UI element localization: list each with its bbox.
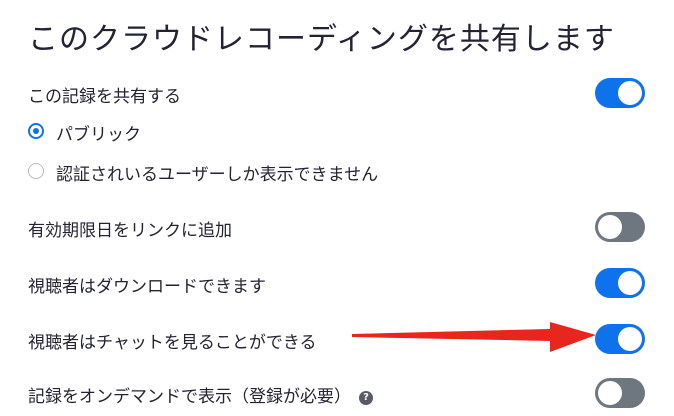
setting-row-on-demand: 記録をオンデマンドで表示（登録が必要）? [28, 378, 674, 412]
setting-row-download: 視聴者はダウンロードできます [28, 268, 674, 302]
question-circle-icon[interactable]: ? [359, 391, 373, 405]
share-recording-row: この記録を共有する [28, 78, 674, 112]
setting-label-on-demand: 記録をオンデマンドで表示（登録が必要） [28, 387, 351, 407]
toggle-knob [598, 215, 622, 239]
on-demand-toggle[interactable] [595, 378, 645, 408]
setting-label-chat: 視聴者はチャットを見ることができる [28, 333, 317, 353]
toggle-knob [618, 81, 642, 105]
setting-row-expiry: 有効期限日をリンクに追加 [28, 212, 674, 246]
share-recording-label: この記録を共有する [28, 87, 181, 107]
download-toggle[interactable] [595, 268, 645, 298]
radio-authenticated-label: 認証されいるユーザーしか表示できません [56, 165, 379, 185]
radio-public-label: パブリック [56, 125, 141, 145]
chat-toggle[interactable] [595, 324, 645, 354]
share-recording-toggle[interactable] [595, 78, 645, 108]
expiry-toggle[interactable] [595, 212, 645, 242]
setting-label-download: 視聴者はダウンロードできます [28, 277, 266, 297]
dialog-title: このクラウドレコーディングを共有します [28, 22, 615, 57]
toggle-knob [618, 327, 642, 351]
toggle-knob [598, 381, 622, 405]
toggle-knob [618, 271, 642, 295]
setting-label-expiry: 有効期限日をリンクに追加 [28, 221, 232, 241]
arrow-shape [352, 322, 596, 352]
setting-label-on-demand-wrap: 記録をオンデマンドで表示（登録が必要）? [28, 382, 373, 407]
radio-public[interactable] [28, 123, 44, 139]
radio-authenticated[interactable] [28, 163, 44, 179]
annotation-arrow [352, 322, 596, 352]
